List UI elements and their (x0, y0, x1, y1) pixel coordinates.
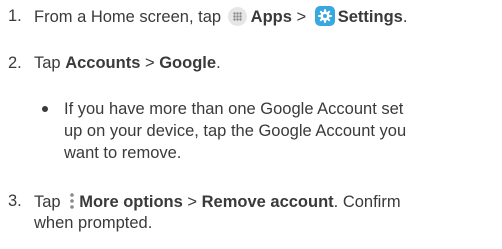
step-number: 2. (8, 54, 22, 72)
step-3-text: Tap More options > Remove account. Confi… (34, 191, 401, 212)
step-1-text: From a Home screen, tap Apps > Settings. (34, 6, 407, 27)
step-text: From a Home screen, tap (34, 8, 222, 26)
accounts-label: Accounts (65, 54, 141, 72)
settings-label: Settings (337, 8, 403, 26)
bullet-line-1: If you have more than one Google Account… (64, 100, 404, 118)
step-2-text: Tap Accounts > Google. (34, 53, 221, 73)
vertical-dots-icon (68, 191, 76, 211)
step-end: . (216, 54, 221, 72)
separator: > (187, 193, 198, 211)
step-3-line-2: when prompted. (34, 214, 153, 232)
bullet-dot (42, 106, 48, 112)
remove-account-label: Remove account (201, 193, 334, 211)
settings-gear-icon (314, 6, 335, 26)
step-end: . Confirm (333, 193, 401, 211)
apps-label: Apps (250, 8, 292, 26)
step-number: 1. (8, 7, 22, 25)
step-text: Tap (34, 54, 61, 72)
bullet-line-2: up on your device, tap the Google Accoun… (64, 122, 407, 140)
instructions-document: 1. From a Home screen, tap Apps > Settin… (0, 0, 502, 249)
more-options-label: More options (79, 193, 183, 211)
google-label: Google (159, 54, 217, 72)
separator: > (144, 54, 155, 72)
step-end: . (402, 8, 408, 26)
bullet-line-3: want to remove. (64, 144, 182, 162)
step-text: Tap (34, 193, 61, 211)
apps-grid-icon (227, 7, 247, 26)
step-number: 3. (8, 192, 22, 210)
separator: > (296, 8, 307, 26)
